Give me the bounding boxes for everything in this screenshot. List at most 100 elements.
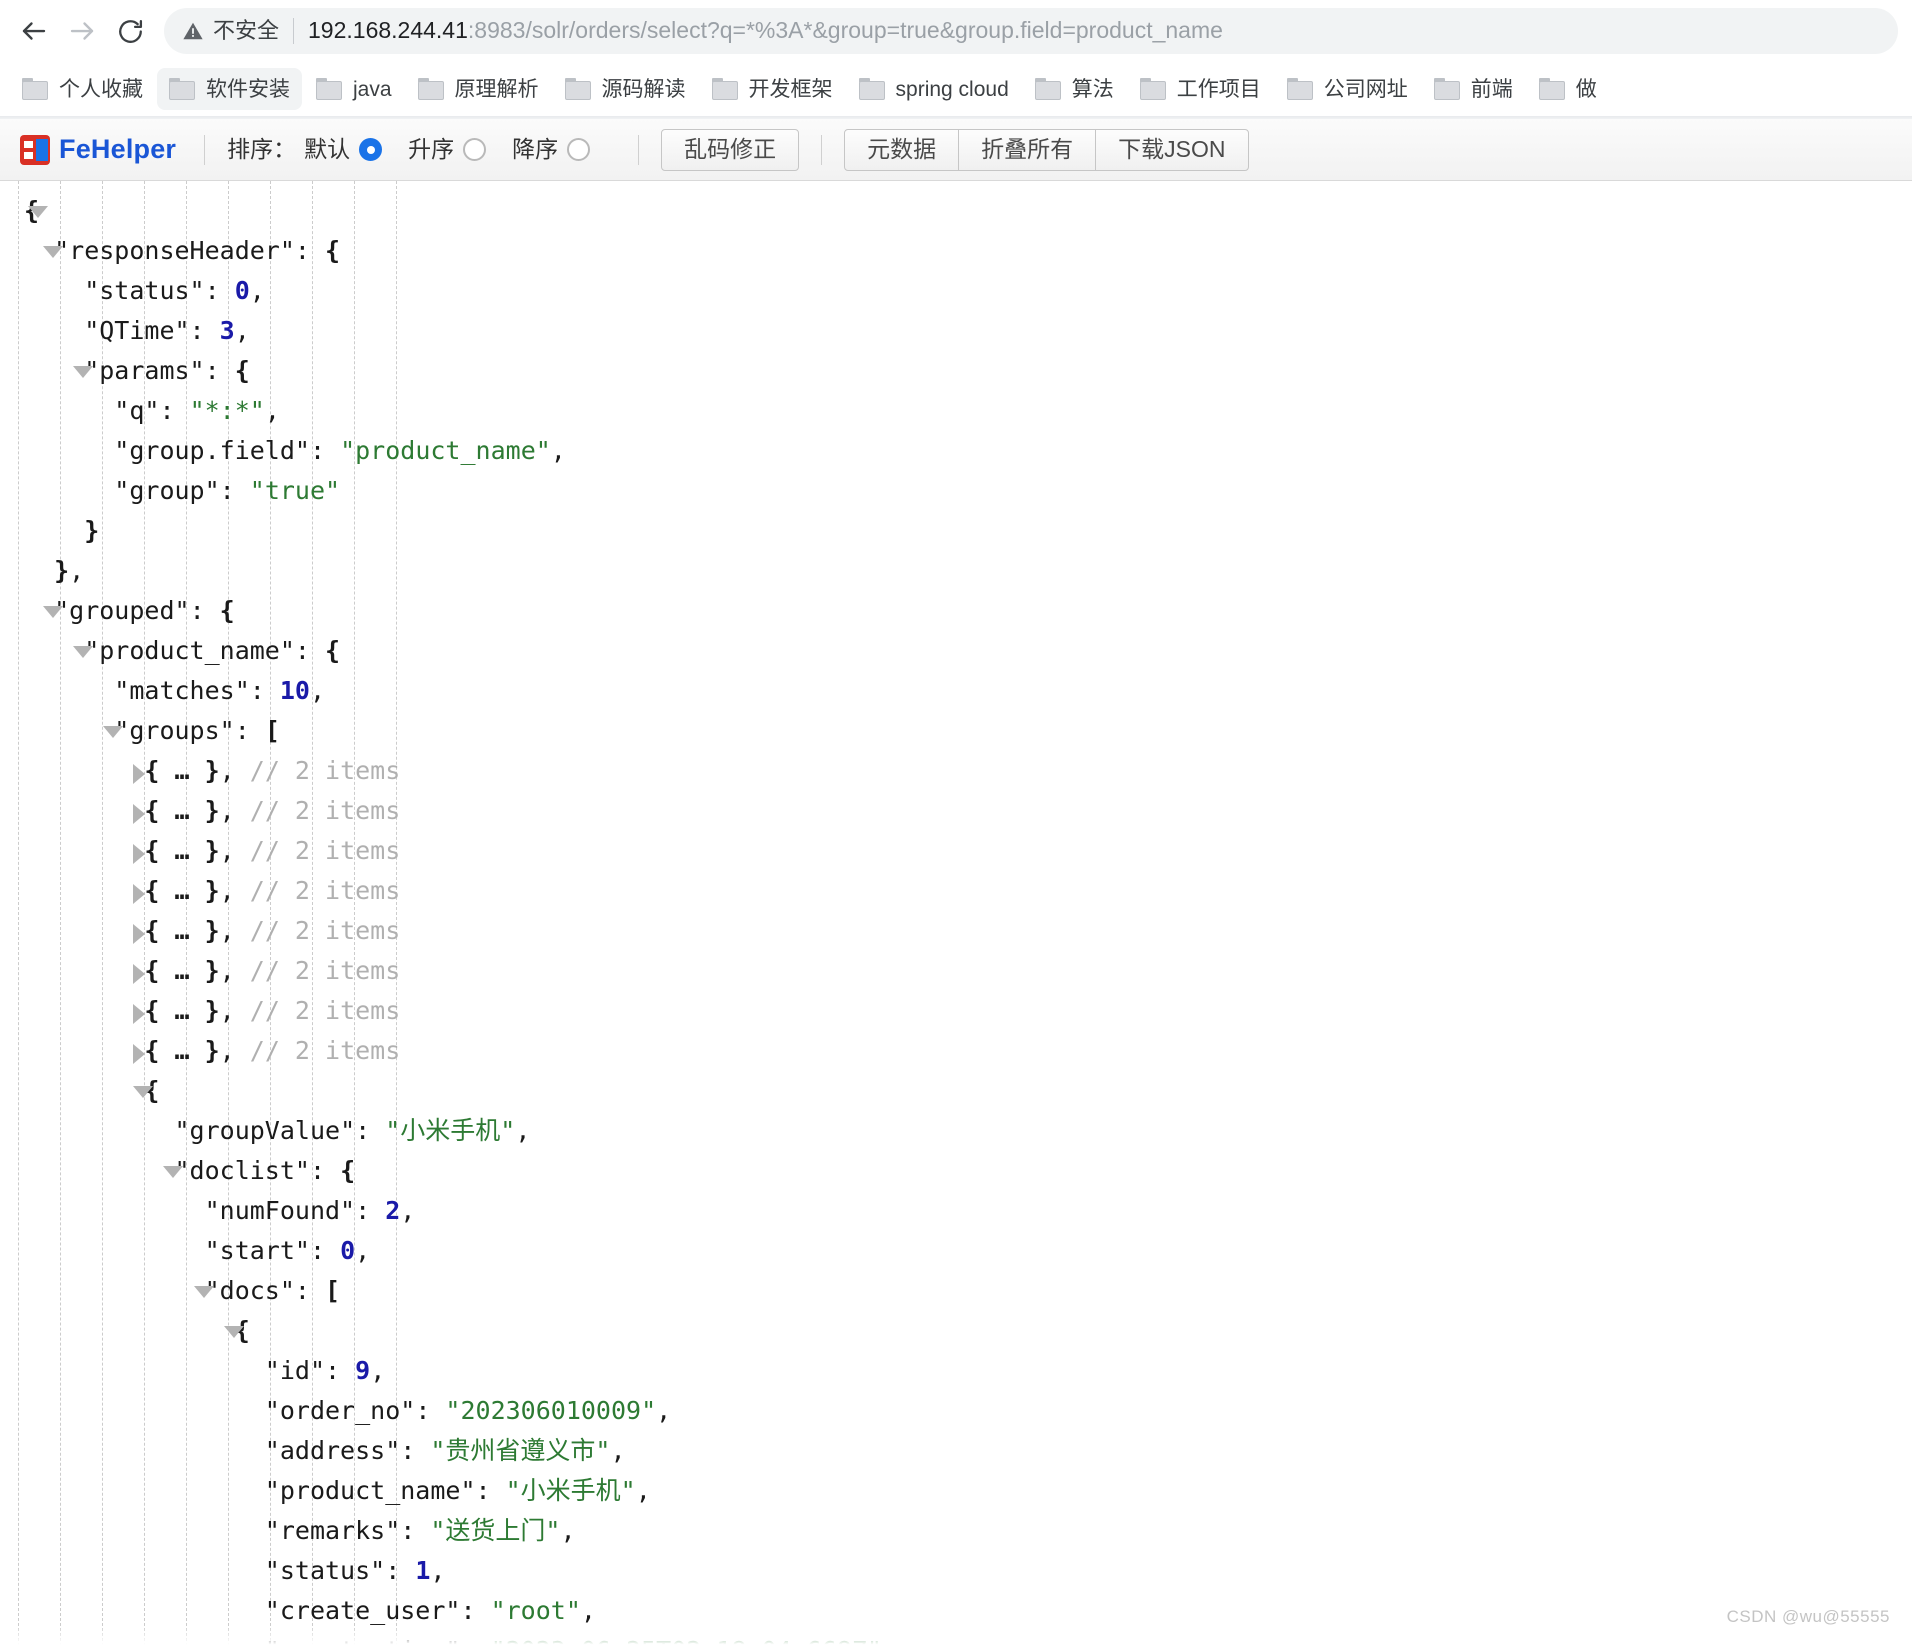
radio-dot-icon[interactable] — [359, 138, 383, 161]
folder-icon — [1538, 78, 1565, 100]
json-line[interactable]: "address": "贵州省遵义市", — [0, 1431, 1912, 1471]
json-line[interactable]: { … }, // 2 items — [0, 751, 1912, 791]
json-line[interactable]: "create_user": "root", — [0, 1591, 1912, 1631]
collapse-triangle-icon[interactable] — [103, 726, 124, 738]
bookmark-label: 源码解读 — [601, 77, 686, 101]
json-token-punc: : — [415, 1396, 446, 1425]
sort-radio-option[interactable]: 升序 — [408, 138, 487, 161]
bookmark-item[interactable]: 开发框架 — [700, 68, 845, 110]
json-token-str: "小米手机" — [505, 1476, 636, 1505]
url-text[interactable]: 192.168.244.41:8983/solr/orders/select?q… — [308, 17, 1223, 45]
radio-dot-icon[interactable] — [567, 138, 591, 161]
json-token-punc: : — [204, 276, 235, 305]
security-status[interactable]: 不安全 — [182, 18, 295, 44]
bookmark-item[interactable]: java — [304, 68, 404, 110]
json-viewer-panel[interactable]: {"responseHeader": {"status": 0, "QTime":… — [0, 181, 1912, 1651]
json-line[interactable]: "groupValue": "小米手机", — [0, 1111, 1912, 1151]
json-line[interactable]: "docs": [ — [0, 1271, 1912, 1311]
action-button[interactable]: 元数据 — [844, 128, 960, 171]
json-line[interactable]: { — [0, 191, 1912, 231]
json-line[interactable]: "doclist": { — [0, 1151, 1912, 1191]
bookmark-item[interactable]: 软件安装 — [157, 68, 302, 110]
back-arrow-icon[interactable] — [10, 7, 58, 55]
json-token-punc: , — [370, 1356, 386, 1385]
expand-triangle-icon[interactable] — [133, 924, 146, 944]
json-line[interactable]: "start": 0, — [0, 1231, 1912, 1271]
json-line[interactable]: "product_name": "小米手机", — [0, 1471, 1912, 1511]
json-token-punc: , — [355, 1236, 371, 1265]
json-line[interactable]: "status": 0, — [0, 271, 1912, 311]
expand-triangle-icon[interactable] — [133, 964, 146, 984]
json-line[interactable]: { — [0, 1311, 1912, 1351]
fix-encoding-button[interactable]: 乱码修正 — [661, 128, 800, 171]
json-line[interactable]: }, — [0, 551, 1912, 591]
bookmark-item[interactable]: spring cloud — [847, 68, 1021, 110]
bookmark-item[interactable]: 源码解读 — [553, 68, 698, 110]
collapse-triangle-icon[interactable] — [73, 366, 94, 378]
json-line[interactable]: "group.field": "product_name", — [0, 431, 1912, 471]
radio-dot-icon[interactable] — [463, 138, 487, 161]
collapse-triangle-icon[interactable] — [43, 606, 64, 618]
json-line[interactable]: "order_no": "202306010009", — [0, 1391, 1912, 1431]
json-token-punc: , — [219, 756, 235, 785]
expand-triangle-icon[interactable] — [133, 1004, 146, 1024]
json-line[interactable]: "create_time": "2023-06-25T02:18:04.668Z… — [0, 1631, 1912, 1651]
reload-icon[interactable] — [106, 7, 154, 55]
bookmark-item[interactable]: 前端 — [1422, 68, 1525, 110]
json-line[interactable]: "id": 9, — [0, 1351, 1912, 1391]
bookmark-item[interactable]: 工作项目 — [1128, 68, 1273, 110]
collapse-triangle-icon[interactable] — [43, 246, 64, 258]
json-token-brace: [ — [264, 716, 280, 745]
collapse-triangle-icon[interactable] — [163, 1166, 184, 1178]
action-button[interactable]: 下载JSON — [1095, 128, 1249, 171]
json-line[interactable]: { … }, // 2 items — [0, 991, 1912, 1031]
json-line[interactable]: { … }, // 2 items — [0, 911, 1912, 951]
bookmark-item[interactable]: 算法 — [1023, 68, 1126, 110]
json-line[interactable]: "QTime": 3, — [0, 311, 1912, 351]
folder-icon — [1139, 78, 1166, 100]
json-line[interactable]: { … }, // 2 items — [0, 831, 1912, 871]
json-line[interactable]: { … }, // 2 items — [0, 1031, 1912, 1071]
bookmark-item[interactable]: 个人收藏 — [10, 68, 155, 110]
expand-triangle-icon[interactable] — [133, 804, 146, 824]
json-line[interactable]: { … }, // 2 items — [0, 871, 1912, 911]
json-line[interactable]: "remarks": "送货上门", — [0, 1511, 1912, 1551]
collapse-triangle-icon[interactable] — [133, 1086, 154, 1098]
json-line[interactable]: { … }, // 2 items — [0, 791, 1912, 831]
address-bar[interactable]: 不安全 192.168.244.41:8983/solr/orders/sele… — [164, 8, 1898, 54]
json-line[interactable]: "group": "true" — [0, 471, 1912, 511]
browser-chrome: 不安全 192.168.244.41:8983/solr/orders/sele… — [0, 0, 1912, 119]
expand-triangle-icon[interactable] — [133, 1044, 146, 1064]
json-line[interactable]: "product_name": { — [0, 631, 1912, 671]
json-line[interactable]: { … }, // 2 items — [0, 951, 1912, 991]
json-token-str: "贵州省遵义市" — [430, 1436, 611, 1465]
collapse-triangle-icon[interactable] — [73, 646, 94, 658]
json-line[interactable]: "responseHeader": { — [0, 231, 1912, 271]
expand-triangle-icon[interactable] — [133, 884, 146, 904]
json-line[interactable]: "params": { — [0, 351, 1912, 391]
json-line[interactable]: "groups": [ — [0, 711, 1912, 751]
json-line[interactable]: "grouped": { — [0, 591, 1912, 631]
forward-arrow-icon[interactable] — [58, 7, 106, 55]
fehelper-logo[interactable]: FeHelper — [14, 134, 182, 165]
json-token-punc: : — [189, 316, 220, 345]
expand-triangle-icon[interactable] — [133, 844, 146, 864]
json-line[interactable]: "q": "*:*", — [0, 391, 1912, 431]
bookmark-item[interactable]: 公司网址 — [1275, 68, 1420, 110]
sort-radio-option[interactable]: 降序 — [512, 138, 591, 161]
json-line[interactable]: "numFound": 2, — [0, 1191, 1912, 1231]
collapse-triangle-icon[interactable] — [28, 206, 48, 218]
json-token-punc: , — [219, 876, 235, 905]
expand-triangle-icon[interactable] — [133, 764, 146, 784]
json-line[interactable]: } — [0, 511, 1912, 551]
bookmark-item[interactable]: 做 — [1527, 68, 1609, 110]
json-line[interactable]: "status": 1, — [0, 1551, 1912, 1591]
collapse-triangle-icon[interactable] — [193, 1286, 214, 1298]
json-line[interactable]: { — [0, 1071, 1912, 1111]
sort-radio-option[interactable]: 默认 — [304, 138, 383, 161]
bookmark-item[interactable]: 原理解析 — [406, 68, 551, 110]
json-token-punc: : — [204, 356, 235, 385]
action-button[interactable]: 折叠所有 — [958, 128, 1097, 171]
json-line[interactable]: "matches": 10, — [0, 671, 1912, 711]
collapse-triangle-icon[interactable] — [223, 1326, 244, 1338]
